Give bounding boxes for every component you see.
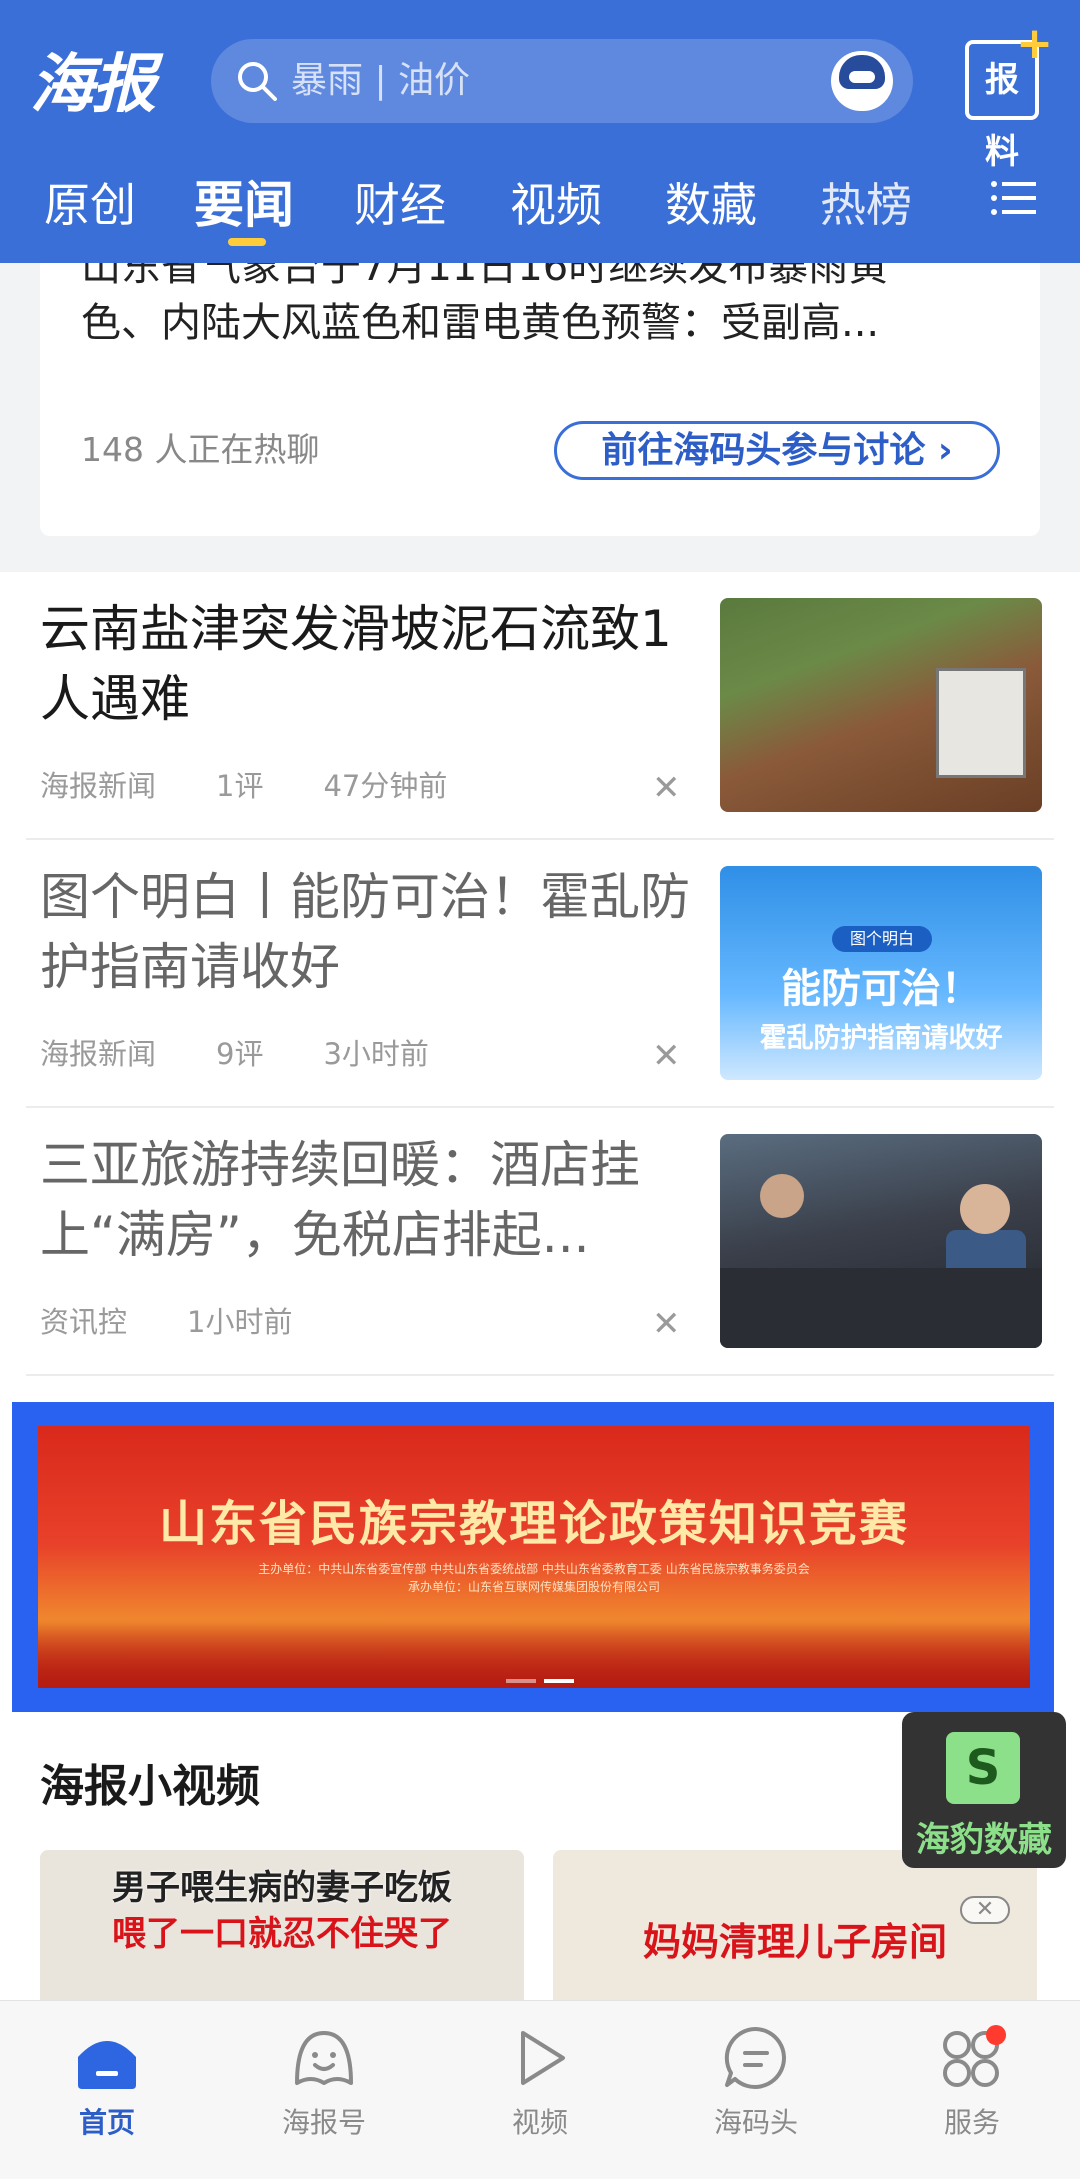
- nav-haibao-account[interactable]: 海报号: [244, 2023, 404, 2141]
- tab-video[interactable]: 视频: [510, 166, 602, 244]
- tab-headlines[interactable]: 要闻: [194, 166, 294, 244]
- section-heading: 海报小视频: [40, 1761, 260, 1812]
- news-thumbnail: [720, 1134, 1042, 1348]
- news-title: 云南盐津突发滑坡泥石流致1人遇难: [40, 600, 672, 728]
- banner-organizer: 主办单位：中共山东省委宣传部 中共山东省委统战部 中共山东省委教育工委 山东省民…: [258, 1562, 810, 1576]
- chat-icon: [724, 2026, 786, 2089]
- news-time: 47分钟前: [323, 769, 448, 803]
- video-card[interactable]: 男子喂生病的妻子吃饭 喂了一口就忍不住哭了: [40, 1850, 524, 2010]
- menu-icon[interactable]: [990, 178, 1038, 218]
- news-comments: 9评: [216, 1037, 264, 1071]
- floating-promo-badge[interactable]: S 海豹数藏: [902, 1712, 1066, 1868]
- tab-hot-list[interactable]: 热榜: [820, 166, 912, 244]
- tab-finance[interactable]: 财经: [354, 166, 446, 244]
- ad-banner-frame: 山东省民族宗教理论政策知识竞赛 主办单位：中共山东省委宣传部 中共山东省委统战部…: [12, 1402, 1054, 1712]
- ad-banner[interactable]: 山东省民族宗教理论政策知识竞赛 主办单位：中共山东省委宣传部 中共山东省委统战部…: [38, 1426, 1030, 1688]
- news-time: 1小时前: [187, 1305, 293, 1339]
- news-source: 海报新闻: [40, 1037, 157, 1071]
- nav-services[interactable]: 服务: [892, 2023, 1052, 2141]
- video-caption-line1: 男子喂生病的妻子吃饭: [112, 1868, 452, 1908]
- thumbnail-title: 能防可治！: [781, 966, 981, 1012]
- active-tab-indicator: [228, 238, 266, 246]
- nav-home[interactable]: 首页: [27, 2023, 187, 2141]
- news-meta: 海报新闻 1评 47分钟前: [40, 766, 507, 806]
- report-label: 报料: [985, 60, 1019, 172]
- nav-label: 海报号: [281, 2106, 366, 2139]
- thumbnail-pill: 图个明白: [832, 926, 932, 952]
- face-icon: [295, 2031, 353, 2085]
- bottom-navigation: 首页 海报号 视频 海码头 服务: [0, 2000, 1080, 2179]
- notification-dot: [986, 2025, 1006, 2045]
- search-placeholder: 暴雨 | 油价: [291, 60, 471, 101]
- hot-topic-title: 山东省气象台于7月11日16时继续发布暴雨黄 色、内陆大风蓝色和雷电黄色预警：受…: [81, 251, 981, 373]
- news-title: 三亚旅游持续回暖：酒店挂上“满房”，免税店排起...: [40, 1136, 640, 1264]
- home-icon: [78, 2041, 136, 2089]
- news-thumbnail: 图个明白 能防可治！ 霍乱防护指南请收好: [720, 866, 1042, 1080]
- carousel-indicator: [506, 1668, 582, 1687]
- discuss-button[interactable]: 前往海码头参与讨论 ›: [554, 421, 1000, 480]
- app-logo[interactable]: 海报: [30, 45, 156, 125]
- report-button[interactable]: 报料 +: [965, 22, 1053, 172]
- news-source: 海报新闻: [40, 769, 157, 803]
- news-meta: 海报新闻 9评 3小时前: [40, 1034, 489, 1074]
- mascot-icon[interactable]: [831, 51, 893, 111]
- hot-topic-card[interactable]: 山东省气象台于7月11日16时继续发布暴雨黄 色、内陆大风蓝色和雷电黄色预警：受…: [40, 251, 1040, 536]
- close-icon[interactable]: ✕: [960, 1896, 1010, 1924]
- banner-undertaker: 承办单位：山东省互联网传媒集团股份有限公司: [407, 1580, 660, 1594]
- nav-label: 首页: [78, 2106, 135, 2139]
- tab-digital-collectibles[interactable]: 数藏: [665, 166, 757, 244]
- thumbnail-subtitle: 霍乱防护指南请收好: [759, 1023, 1003, 1054]
- news-source: 资讯控: [40, 1305, 128, 1339]
- news-meta: 资讯控 1小时前: [40, 1302, 352, 1342]
- news-comments: 1评: [216, 769, 264, 803]
- news-title: 图个明白丨能防可治！霍乱防护指南请收好: [40, 868, 690, 996]
- nav-haimatou[interactable]: 海码头: [676, 2023, 836, 2141]
- news-thumbnail: [720, 598, 1042, 812]
- app-header: 海报 暴雨 | 油价 报料 + 原创 要闻 财经 视频 数藏 热榜: [0, 0, 1080, 263]
- promo-label: 海豹数藏: [916, 1820, 1052, 1860]
- news-item[interactable]: 图个明白丨能防可治！霍乱防护指南请收好 海报新闻 9评 3小时前 ✕ 图个明白 能防…: [26, 840, 1054, 1108]
- hot-topic-title-line2: 色、内陆大风蓝色和雷电黄色预警：受副高...: [81, 300, 880, 346]
- promo-logo-icon: S: [946, 1732, 1020, 1804]
- video-caption: 妈妈清理儿子房间: [642, 1920, 947, 1964]
- dismiss-icon[interactable]: ✕: [652, 768, 681, 808]
- news-item[interactable]: 三亚旅游持续回暖：酒店挂上“满房”，免税店排起... 资讯控 1小时前 ✕: [26, 1108, 1054, 1376]
- video-card[interactable]: 妈妈清理儿子房间: [553, 1850, 1037, 2010]
- tab-original[interactable]: 原创: [44, 166, 136, 244]
- search-bar[interactable]: 暴雨 | 油价: [211, 39, 913, 123]
- news-item[interactable]: 云南盐津突发滑坡泥石流致1人遇难 海报新闻 1评 47分钟前 ✕: [26, 572, 1054, 840]
- dismiss-icon[interactable]: ✕: [652, 1036, 681, 1076]
- nav-video[interactable]: 视频: [460, 2023, 620, 2141]
- banner-title: 山东省民族宗教理论政策知识竞赛: [158, 1496, 909, 1552]
- video-caption-line2: 喂了一口就忍不住哭了: [112, 1914, 452, 1954]
- nav-label: 视频: [511, 2106, 568, 2139]
- news-time: 3小时前: [323, 1037, 429, 1071]
- nav-label: 服务: [943, 2106, 1000, 2139]
- nav-label: 海码头: [713, 2106, 798, 2139]
- hot-discussion-count: 148 人正在热聊: [81, 430, 320, 469]
- plus-icon: +: [1016, 18, 1053, 69]
- channel-tabs: 原创 要闻 财经 视频 数藏 热榜: [0, 160, 1080, 260]
- play-icon: [521, 2031, 565, 2085]
- search-icon: [238, 62, 277, 101]
- dismiss-icon[interactable]: ✕: [652, 1304, 681, 1344]
